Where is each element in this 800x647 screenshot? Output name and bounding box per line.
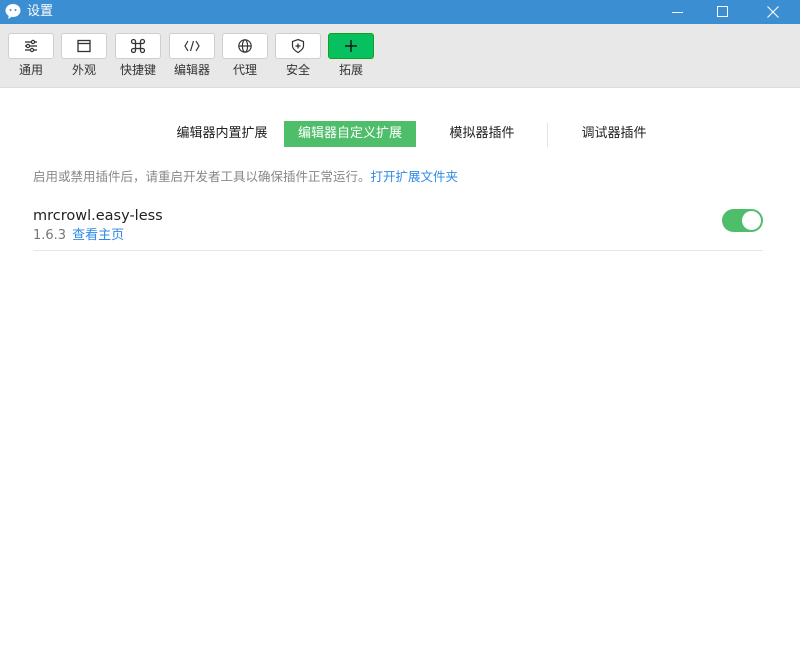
- code-icon: [184, 40, 200, 52]
- extension-meta: 1.6.3 查看主页: [33, 227, 124, 245]
- toolbar-item-editor[interactable]: 编辑器: [169, 33, 215, 83]
- wechat-bubble-icon: [5, 3, 23, 20]
- toolbar-item-proxy[interactable]: 代理: [222, 33, 268, 83]
- settings-toolbar: 通用 外观 快捷键 编辑器 代理 安全 拓展: [0, 24, 800, 88]
- minimize-button[interactable]: [655, 0, 701, 24]
- toolbar-item-extensions[interactable]: 拓展: [328, 33, 374, 83]
- close-button[interactable]: [750, 0, 796, 24]
- command-key-icon: [130, 38, 146, 54]
- toolbar-label: 拓展: [338, 63, 363, 77]
- extension-enable-toggle[interactable]: [722, 209, 763, 232]
- toolbar-label: 代理: [232, 63, 257, 77]
- toolbar-item-shortcuts[interactable]: 快捷键: [115, 33, 161, 83]
- tab-custom-extensions[interactable]: 编辑器自定义扩展: [284, 121, 416, 147]
- globe-icon: [238, 39, 252, 53]
- title-bar: 设置: [0, 0, 800, 24]
- tab-debugger-plugins[interactable]: 调试器插件: [566, 121, 662, 147]
- tab-divider: [547, 123, 548, 147]
- shield-icon: [291, 38, 305, 54]
- open-extensions-folder-link[interactable]: 打开扩展文件夹: [371, 169, 459, 184]
- toolbar-item-security[interactable]: 安全: [275, 33, 321, 83]
- extension-version: 1.6.3: [33, 228, 67, 243]
- extension-row: mrcrowl.easy-less 1.6.3 查看主页: [33, 204, 763, 251]
- toolbar-label: 快捷键: [119, 63, 156, 77]
- toolbar-label: 通用: [18, 63, 43, 77]
- notice-text: 启用或禁用插件后，请重启开发者工具以确保插件正常运行。: [33, 169, 371, 184]
- toolbar-button-proxy[interactable]: [222, 33, 268, 59]
- maximize-button[interactable]: [700, 0, 746, 24]
- toggle-knob: [742, 211, 761, 230]
- toolbar-label: 编辑器: [173, 63, 210, 77]
- tab-builtin-extensions[interactable]: 编辑器内置扩展: [160, 121, 284, 147]
- minimize-icon: [672, 12, 683, 13]
- window-title: 设置: [27, 4, 54, 19]
- sliders-icon: [25, 39, 37, 53]
- restart-notice: 启用或禁用插件后，请重启开发者工具以确保插件正常运行。打开扩展文件夹: [33, 168, 458, 186]
- maximize-icon: [717, 6, 728, 17]
- toolbar-button-shortcuts[interactable]: [115, 33, 161, 59]
- close-icon: [767, 6, 779, 18]
- toolbar-button-security[interactable]: [275, 33, 321, 59]
- toolbar-button-extensions[interactable]: [328, 33, 374, 59]
- window-icon: [77, 39, 91, 53]
- extension-tabs: 编辑器内置扩展 编辑器自定义扩展 模拟器插件 调试器插件: [150, 121, 690, 147]
- plus-icon: [345, 40, 357, 52]
- view-homepage-link[interactable]: 查看主页: [72, 228, 124, 243]
- tab-simulator-plugins[interactable]: 模拟器插件: [434, 121, 530, 147]
- toolbar-label: 安全: [285, 63, 310, 77]
- extension-name: mrcrowl.easy-less: [33, 208, 163, 224]
- toolbar-item-general[interactable]: 通用: [8, 33, 54, 83]
- toolbar-button-general[interactable]: [8, 33, 54, 59]
- toolbar-label: 外观: [71, 63, 96, 77]
- toolbar-button-appearance[interactable]: [61, 33, 107, 59]
- toolbar-item-appearance[interactable]: 外观: [61, 33, 107, 83]
- toolbar-button-editor[interactable]: [169, 33, 215, 59]
